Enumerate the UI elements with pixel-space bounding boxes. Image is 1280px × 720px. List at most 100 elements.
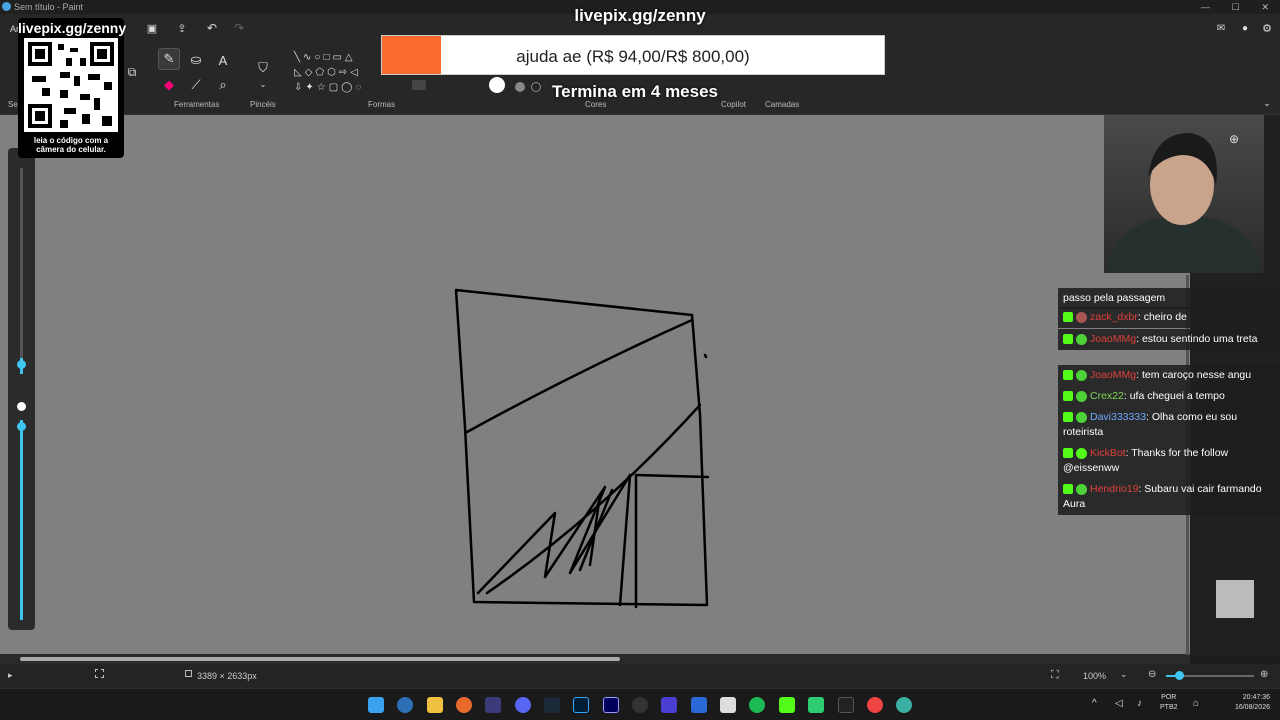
qr-code-pattern xyxy=(28,42,114,128)
photoshop-icon[interactable] xyxy=(573,697,589,713)
donation-goal-bar: ajuda ae (R$ 94,00/R$ 800,00) xyxy=(381,35,885,75)
pencil-tool[interactable]: ✎ xyxy=(158,48,180,70)
kick-badge-icon xyxy=(1063,312,1073,323)
shapes-group-label: Formas xyxy=(368,100,396,109)
app2-icon[interactable] xyxy=(691,697,707,713)
chat-message: Davi333333: Olha como eu sou roteirista xyxy=(1058,407,1280,443)
media-icon[interactable] xyxy=(661,697,677,713)
size-slider-track[interactable] xyxy=(20,168,23,374)
paint-taskbar-icon[interactable] xyxy=(720,697,736,713)
shapes-row-2: ◺◇⬠⬡⇨◁ xyxy=(294,67,361,78)
brush-icon[interactable]: ⛉ xyxy=(254,58,272,78)
subscriber-badge-icon xyxy=(1076,411,1087,423)
text-icon[interactable]: A xyxy=(214,51,232,69)
chat-message: Crex22: ufa cheguei a tempo xyxy=(1058,386,1280,407)
chevron-down-icon[interactable]: ⌄ xyxy=(258,80,268,89)
chat-text: Thanks for the follow @eissenww xyxy=(1063,447,1229,474)
file-explorer-icon[interactable] xyxy=(427,697,443,713)
qr-title: livepix.gg/zenny xyxy=(18,20,127,36)
size-slider-thumb[interactable] xyxy=(17,360,26,369)
color-picker-icon[interactable]: ⟋ xyxy=(187,76,205,94)
firefox-icon[interactable] xyxy=(456,697,472,713)
settings-gear-icon[interactable]: ⚙ xyxy=(1260,21,1274,35)
chat-message: JoaoMMg: estou sentindo uma treta xyxy=(1058,329,1280,350)
fit-screen-icon[interactable]: ⛶ xyxy=(1051,669,1059,682)
clock-time: 20:47:36 xyxy=(1242,694,1270,701)
discord-icon[interactable] xyxy=(515,697,531,713)
volume-icon[interactable]: ◁ xyxy=(1115,698,1123,709)
zoom-level[interactable]: 100% xyxy=(1083,671,1106,681)
horizontal-scrollbar[interactable] xyxy=(0,654,1190,664)
shapes-row-1: ╲∿○□▭△ xyxy=(294,52,356,63)
network-icon[interactable]: ⌂ xyxy=(1193,698,1199,709)
chat-user: Crex22 xyxy=(1090,390,1124,402)
pencil-icon: ✎ xyxy=(163,51,175,66)
app-icon[interactable] xyxy=(485,697,501,713)
avatar-badge-icon xyxy=(1076,311,1087,323)
magnifier-icon[interactable]: ⌕ xyxy=(214,76,232,94)
add-layer-icon[interactable]: ⊕ xyxy=(1229,132,1239,146)
terminal-icon[interactable] xyxy=(838,697,854,713)
save-icon[interactable]: ▣ xyxy=(145,21,159,35)
opacity-icon xyxy=(17,402,26,411)
zoom-dropdown-icon[interactable]: ⌄ xyxy=(1120,669,1128,680)
status-bar: ▸ 3389 × 2633px ⛶ 100% ⌄ ⊖ ⊕ xyxy=(0,664,1280,688)
mic-icon[interactable]: ♪ xyxy=(1137,698,1142,709)
selection-size-icon xyxy=(95,669,104,678)
undo-icon[interactable]: ↶ xyxy=(205,21,219,35)
steam-icon[interactable] xyxy=(544,697,560,713)
premiere-icon[interactable] xyxy=(603,697,619,713)
chat-separator: : xyxy=(1125,447,1129,459)
opacity-slider-thumb[interactable] xyxy=(17,422,26,431)
opacity-slider-track[interactable] xyxy=(20,420,23,620)
horizontal-scroll-thumb[interactable] xyxy=(20,657,620,661)
clock[interactable]: 20:47:36 16/08/2026 xyxy=(1228,693,1270,713)
shapes-gallery[interactable]: ╲∿○□▭△ ◺◇⬠⬡⇨◁ ⇩✦☆▢◯◌ xyxy=(294,50,384,100)
chat-message: zack_dxbr: cheiro de xyxy=(1058,307,1280,328)
kick-badge-icon xyxy=(1063,448,1073,459)
search-icon[interactable] xyxy=(397,697,413,713)
chat-user: Davi333333 xyxy=(1090,411,1147,423)
kick-badge-icon xyxy=(1063,370,1073,381)
app4-icon[interactable] xyxy=(896,697,912,713)
canvas-size-text: 3389 × 2633px xyxy=(197,671,257,681)
paint-app-icon xyxy=(2,2,11,11)
fill-icon[interactable]: ⛀ xyxy=(187,51,205,69)
subscriber-badge-icon xyxy=(1076,333,1087,345)
zoom-out-icon[interactable]: ⊖ xyxy=(1148,669,1156,680)
maximize-icon[interactable]: ☐ xyxy=(1232,2,1240,13)
kick-icon[interactable] xyxy=(779,697,795,713)
app3-icon[interactable] xyxy=(808,697,824,713)
drawing-canvas[interactable] xyxy=(0,115,1190,655)
zoom-in-icon[interactable]: ⊕ xyxy=(1260,669,1268,680)
outline-icon[interactable] xyxy=(412,80,426,90)
chat-text: cheiro de xyxy=(1143,311,1187,323)
redo-icon[interactable]: ↷ xyxy=(232,21,246,35)
chrome-icon[interactable] xyxy=(867,697,883,713)
feedback-icon[interactable]: ✉ xyxy=(1214,21,1228,35)
start-icon[interactable] xyxy=(368,697,384,713)
minimize-icon[interactable]: — xyxy=(1201,2,1210,12)
lang-line2: PTB2 xyxy=(1160,704,1178,711)
close-icon[interactable]: ✕ xyxy=(1262,2,1270,13)
eraser-icon[interactable]: ◆ xyxy=(160,76,178,94)
zoom-slider-thumb[interactable] xyxy=(1175,671,1184,680)
ribbon-collapse-icon[interactable]: ⌄ xyxy=(1262,98,1272,108)
kick-badge-icon xyxy=(1063,484,1073,495)
language-indicator[interactable]: POR PTB2 xyxy=(1160,693,1178,713)
shapes-row-3: ⇩✦☆▢◯◌ xyxy=(294,82,365,93)
tray-chevron-icon[interactable]: ^ xyxy=(1092,698,1097,709)
brushes-group-label: Pincéis xyxy=(250,100,276,109)
qr-code xyxy=(24,38,118,132)
chat-message: KickBot: Thanks for the follow @eissenww xyxy=(1058,443,1280,479)
layer-thumbnail[interactable] xyxy=(1216,580,1254,618)
account-icon[interactable]: ● xyxy=(1238,21,1252,35)
chat-overlay: passo pela passagem zack_dxbr: cheiro de… xyxy=(1058,288,1280,516)
crop-icon[interactable]: ⧉ xyxy=(124,64,140,80)
goal-title: livepix.gg/zenny xyxy=(574,6,706,25)
share-icon[interactable]: ⇪ xyxy=(175,21,189,35)
canvas-workspace[interactable] xyxy=(0,115,1190,655)
obs-icon[interactable] xyxy=(632,697,648,713)
spotify-icon[interactable] xyxy=(749,697,765,713)
subscriber-badge-icon xyxy=(1076,390,1087,402)
